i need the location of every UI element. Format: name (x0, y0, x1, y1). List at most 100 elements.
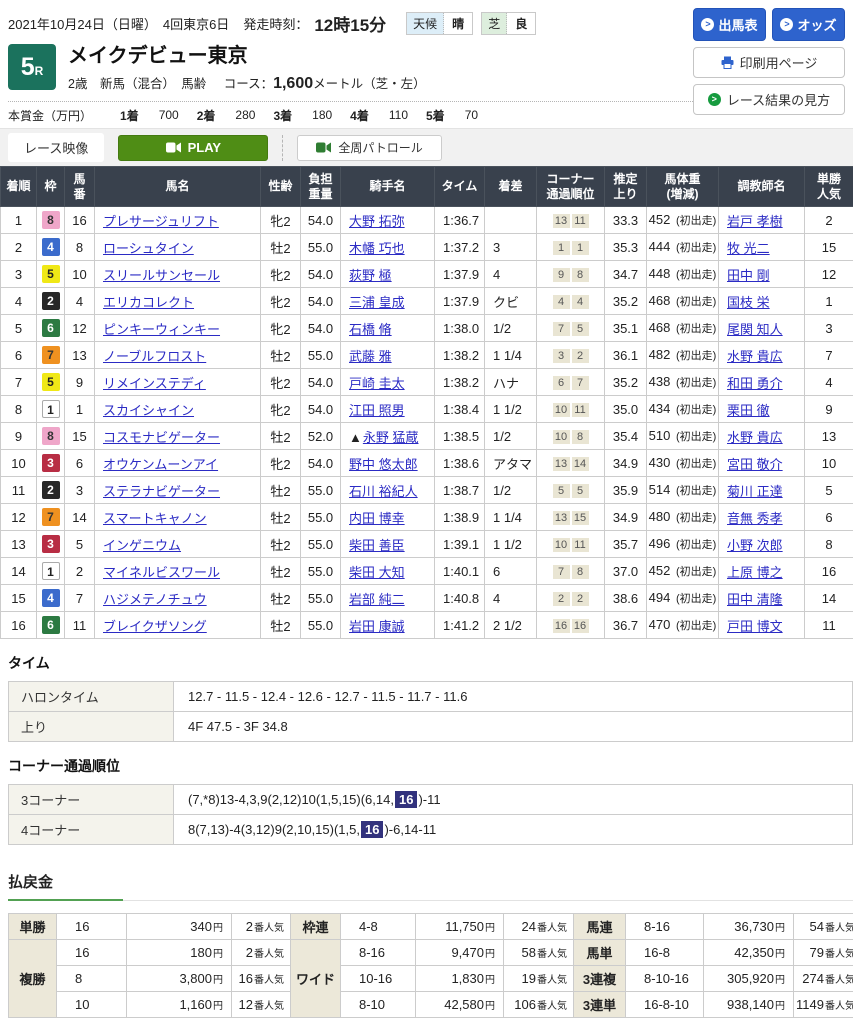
odds-button[interactable]: > オッズ (772, 8, 845, 41)
body-weight-cell: 448 (初出走) (647, 261, 719, 288)
horse-name-link[interactable]: ローシュタイン (103, 241, 194, 256)
horse-name-link[interactable]: ブレイクザソング (103, 619, 207, 634)
bet-type-label: 馬連 (574, 914, 626, 940)
horse-name-link[interactable]: コスモナビゲーター (103, 430, 220, 445)
trainer-link[interactable]: 栗田 徹 (727, 403, 770, 418)
horse-name-link[interactable]: プレサージュリフト (103, 214, 219, 229)
trainer-link[interactable]: 小野 次郎 (727, 538, 783, 553)
prize-rank: 5着 (426, 107, 445, 124)
table-row: 9815コスモナビゲーター牡252.0▲永野 猛蔵1:38.51/210835.… (1, 423, 853, 450)
corner4-box: 8 (572, 565, 589, 579)
body-weight-cell: 496 (初出走) (647, 531, 719, 558)
jockey-link[interactable]: 石川 裕紀人 (349, 484, 418, 499)
trainer-link[interactable]: 田中 剛 (727, 268, 770, 283)
trainer-link[interactable]: 国枝 栄 (727, 295, 770, 310)
horse-name-link[interactable]: リメインステディ (103, 376, 206, 391)
jockey-link[interactable]: 江田 照男 (349, 403, 405, 418)
horse-name-link[interactable]: オウケンムーンアイ (103, 457, 218, 472)
horse-name-cell: マイネルビスワール (95, 558, 261, 585)
jockey-link[interactable]: 岩部 純二 (349, 592, 405, 607)
entry-table-button[interactable]: > 出馬表 (693, 8, 766, 41)
frame-badge: 4 (42, 589, 60, 607)
trainer-link[interactable]: 水野 貴広 (727, 430, 783, 445)
jockey-link[interactable]: 柴田 善臣 (349, 538, 405, 553)
trainer-link[interactable]: 上原 博之 (727, 565, 783, 580)
trainer-link[interactable]: 岩戸 孝樹 (727, 214, 783, 229)
jockey-link[interactable]: 戸崎 圭太 (349, 376, 405, 391)
prize-amount: 110 (389, 108, 408, 122)
trainer-link[interactable]: 音無 秀孝 (727, 511, 783, 526)
jockey-link[interactable]: 野中 悠太郎 (349, 457, 418, 472)
horse-name-link[interactable]: ノーブルフロスト (103, 349, 206, 364)
race-results-table: 着順枠馬 番馬名性齢負担 重量騎手名タイム着差コーナー 通過順位推定 上り馬体重… (0, 166, 853, 639)
last-up-value: 4F 47.5 - 3F 34.8 (174, 712, 853, 742)
rank-cell: 12 (1, 504, 37, 531)
play-label: PLAY (188, 140, 221, 155)
trainer-link[interactable]: 戸田 博文 (727, 619, 783, 634)
trainer-link[interactable]: 菊川 正達 (727, 484, 783, 499)
jockey-link[interactable]: 大野 拓弥 (349, 214, 405, 229)
horse-name-cell: オウケンムーンアイ (95, 450, 261, 477)
rank-cell: 5 (1, 315, 37, 342)
horse-number-cell: 13 (65, 342, 95, 369)
time-cell: 1:38.9 (435, 504, 485, 531)
horse-name-link[interactable]: スマートキャノン (103, 511, 207, 526)
time-cell: 1:37.9 (435, 261, 485, 288)
how-to-read-button[interactable]: > レース結果の見方 (693, 84, 845, 115)
popularity-suffix: 番人気 (537, 1001, 567, 1012)
trainer-link[interactable]: 牧 光二 (727, 241, 770, 256)
horse-name-cell: コスモナビゲーター (95, 423, 261, 450)
popularity-suffix: 番人気 (825, 949, 853, 960)
payout-combination: 16 (57, 914, 127, 940)
horse-name-cell: スリールサンセール (95, 261, 261, 288)
load-weight-cell: 55.0 (301, 558, 341, 585)
sex-age-cell: 牡2 (261, 612, 301, 639)
jockey-link[interactable]: 荻野 極 (349, 268, 392, 283)
jockey-link[interactable]: 石橋 脩 (349, 322, 392, 337)
how-to-read-label: レース結果の見方 (727, 90, 830, 109)
trainer-link[interactable]: 宮田 敬介 (727, 457, 783, 472)
frame-cell: 1 (37, 396, 65, 423)
horse-name-link[interactable]: ステラナビゲーター (103, 484, 220, 499)
payout-row: 83,800円16番人気10-161,830円19番人気3連複8-10-1630… (9, 966, 853, 992)
margin-cell: 1 1/2 (485, 396, 537, 423)
payout-popularity: 58番人気 (504, 940, 574, 966)
horse-number-cell: 2 (65, 558, 95, 585)
trainer-cell: 小野 次郎 (719, 531, 805, 558)
corner-order-cell: 98 (537, 261, 605, 288)
body-weight-cell: 434 (初出走) (647, 396, 719, 423)
payout-popularity: 2番人気 (232, 940, 291, 966)
print-page-button[interactable]: 印刷用ページ (693, 47, 845, 78)
horse-name-link[interactable]: スリールサンセール (103, 268, 220, 283)
trainer-link[interactable]: 和田 勇介 (727, 376, 783, 391)
horse-name-link[interactable]: インゲニウム (103, 538, 181, 553)
trainer-link[interactable]: 水野 貴広 (727, 349, 783, 364)
time-cell: 1:38.2 (435, 342, 485, 369)
patrol-video-button[interactable]: 全周パトロール (297, 135, 441, 161)
play-button[interactable]: PLAY (118, 135, 268, 161)
margin-cell: 4 (485, 585, 537, 612)
frame-cell: 4 (37, 585, 65, 612)
table-row: 3510スリールサンセール牝254.0荻野 極1:37.949834.7448 … (1, 261, 853, 288)
jockey-link[interactable]: 柴田 大知 (349, 565, 405, 580)
jockey-link[interactable]: 岩田 康誠 (349, 619, 405, 634)
horse-name-link[interactable]: マイネルビスワール (103, 565, 220, 580)
prize-amount: 700 (159, 108, 179, 122)
horse-name-link[interactable]: スカイシャイン (103, 403, 194, 418)
horse-number-cell: 7 (65, 585, 95, 612)
horse-name-link[interactable]: ハジメテノチュウ (103, 592, 207, 607)
corner-order-cell: 1011 (537, 531, 605, 558)
jockey-link[interactable]: 永野 猛蔵 (363, 430, 419, 445)
jockey-link[interactable]: 内田 博幸 (349, 511, 405, 526)
table-row: 1412マイネルビスワール牡255.0柴田 大知1:40.167837.0452… (1, 558, 853, 585)
corner4-value: 8(7,13)-4(3,12)9(2,10,15)(1,5,16)-6,14-1… (174, 815, 853, 845)
horse-name-link[interactable]: ピンキーウィンキー (103, 322, 220, 337)
horse-name-link[interactable]: エリカコレクト (103, 295, 194, 310)
trainer-link[interactable]: 田中 清隆 (727, 592, 783, 607)
trainer-link[interactable]: 尾関 知人 (727, 322, 783, 337)
jockey-link[interactable]: 武藤 雅 (349, 349, 392, 364)
arrow-circle-icon: > (708, 93, 721, 106)
bet-type-label: 単勝 (9, 914, 57, 940)
jockey-link[interactable]: 木幡 巧也 (349, 241, 405, 256)
jockey-link[interactable]: 三浦 皇成 (349, 295, 405, 310)
